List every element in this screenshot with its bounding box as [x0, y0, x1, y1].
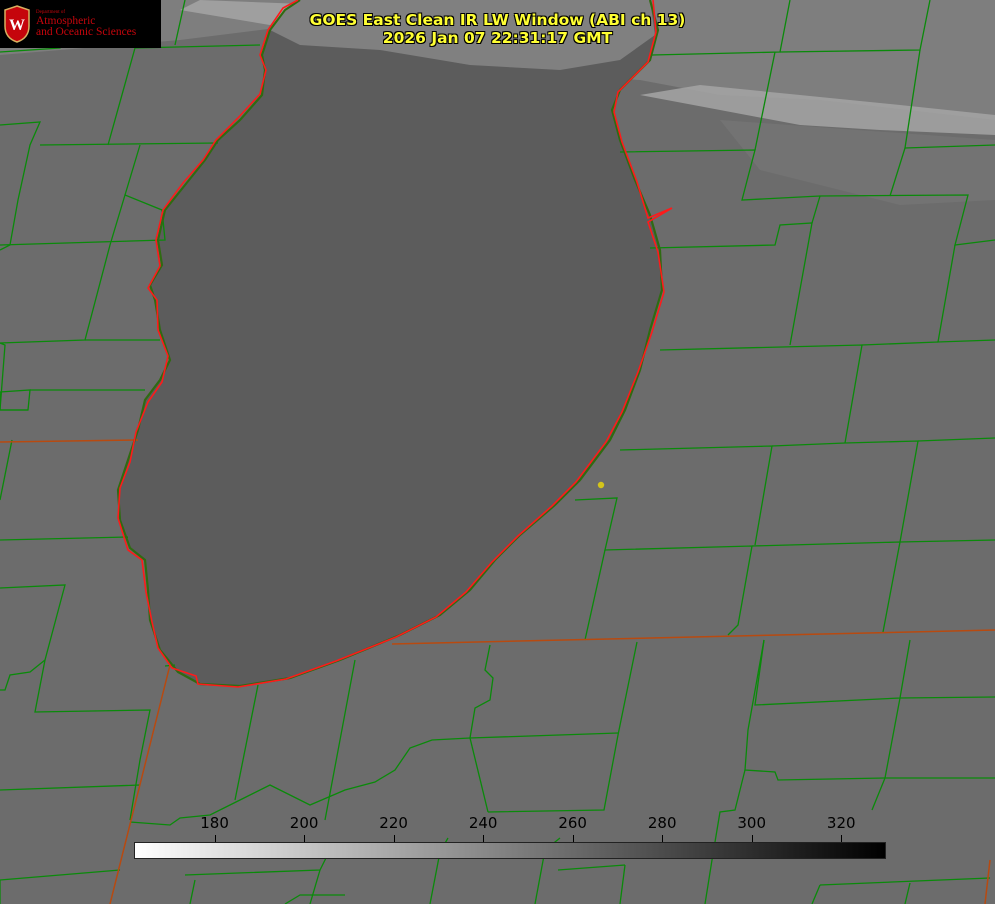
location-marker [597, 481, 605, 489]
colorbar-tick-mark [215, 835, 216, 842]
image-title: GOES East Clean IR LW Window (ABI ch 13)… [0, 11, 995, 47]
title-product: GOES East Clean IR LW Window (ABI ch 13) [309, 11, 686, 29]
title-timestamp: 2026 Jan 07 22:31:17 GMT [382, 29, 613, 47]
colorbar-tick-label: 280 [647, 814, 677, 832]
temperature-colorbar [134, 842, 886, 859]
colorbar-tick-mark [483, 835, 484, 842]
satellite-image-viewer: W Department of Atmospheric and Oceanic … [0, 0, 995, 904]
colorbar-tick-mark [841, 835, 842, 842]
map-canvas [0, 0, 995, 904]
colorbar-tick-label: 220 [379, 814, 408, 832]
colorbar-tick-labels: 180 200 220 240 260 280 300 320 [0, 814, 995, 836]
colorbar-tick-label: 200 [289, 814, 319, 832]
colorbar-tick-label: 300 [737, 814, 767, 832]
colorbar-tick-label: 260 [558, 814, 587, 832]
colorbar-tick-label: 320 [826, 814, 856, 832]
colorbar-tick-mark [662, 835, 663, 842]
colorbar-tick-mark [394, 835, 395, 842]
colorbar-tick-mark [304, 835, 305, 842]
colorbar-tick-label: 240 [468, 814, 498, 832]
colorbar-tick-mark [752, 835, 753, 842]
colorbar-tick-label: 180 [200, 814, 229, 832]
colorbar-tick-mark [573, 835, 574, 842]
